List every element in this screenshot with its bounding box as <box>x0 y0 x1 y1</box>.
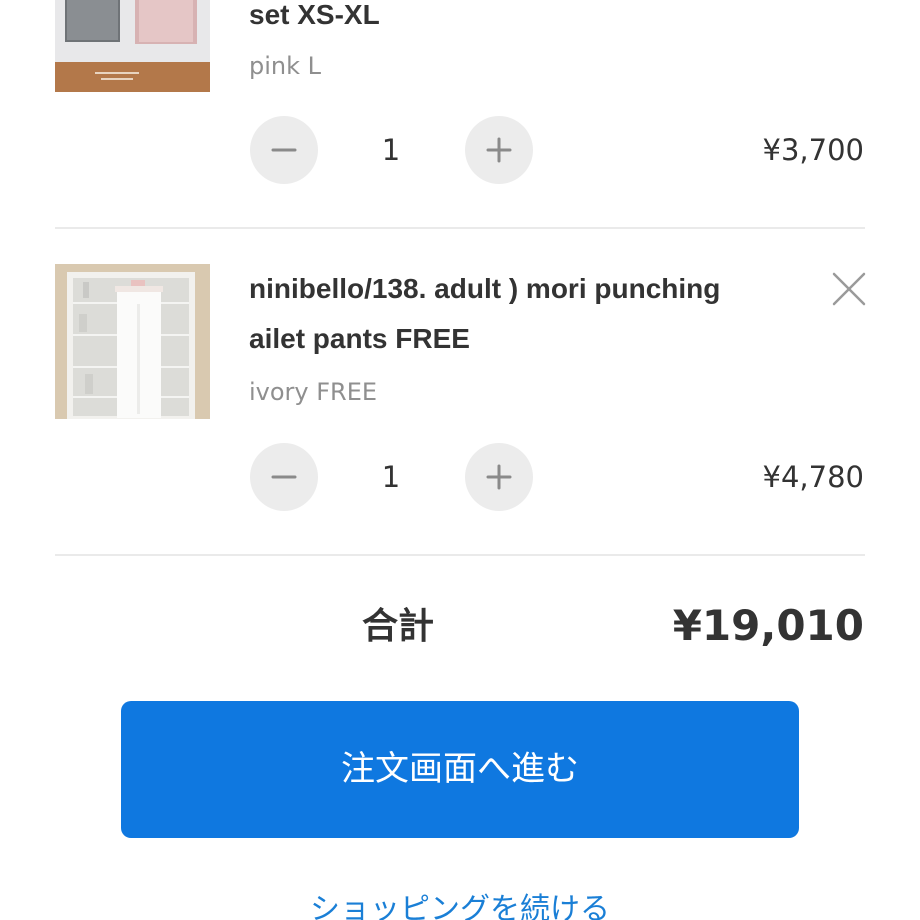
product-thumbnail[interactable] <box>55 264 210 419</box>
item-title[interactable]: set XS-XL <box>249 0 380 40</box>
decrease-quantity-button[interactable] <box>250 443 318 511</box>
quantity-value: 1 <box>381 133 401 167</box>
cart-page: set XS-XL pink L 1 ¥3,700 ninibello/138.… <box>0 0 920 920</box>
item-price: ¥4,780 <box>762 460 864 494</box>
minus-icon <box>271 148 297 152</box>
checkout-button[interactable]: 注文画面へ進む <box>121 701 799 838</box>
remove-item-button[interactable] <box>828 268 870 310</box>
item-title[interactable]: ninibello/138. adult ) mori punching ail… <box>249 264 720 364</box>
increase-quantity-button[interactable] <box>465 443 533 511</box>
divider <box>55 227 865 229</box>
product-photo-pink-set-icon <box>55 0 210 92</box>
minus-icon <box>271 475 297 479</box>
item-variant: ivory FREE <box>249 378 378 406</box>
increase-quantity-button[interactable] <box>465 116 533 184</box>
decrease-quantity-button[interactable] <box>250 116 318 184</box>
total-label: 合計 <box>362 606 435 647</box>
plus-icon <box>486 137 512 163</box>
item-title-line: set XS-XL <box>249 0 380 30</box>
item-title-line: ninibello/138. adult ) mori punching <box>249 273 721 304</box>
divider <box>55 554 865 556</box>
total-value: ¥19,010 <box>672 601 864 650</box>
product-photo-ivory-pants-icon <box>55 264 210 419</box>
close-icon <box>832 272 866 306</box>
item-title-line: ailet pants FREE <box>249 323 470 354</box>
product-thumbnail[interactable] <box>55 0 210 92</box>
quantity-value: 1 <box>381 460 401 494</box>
plus-icon <box>486 464 512 490</box>
item-price: ¥3,700 <box>762 133 864 167</box>
item-variant: pink L <box>249 52 322 80</box>
continue-shopping-link[interactable]: ショッピングを続ける <box>0 888 920 920</box>
